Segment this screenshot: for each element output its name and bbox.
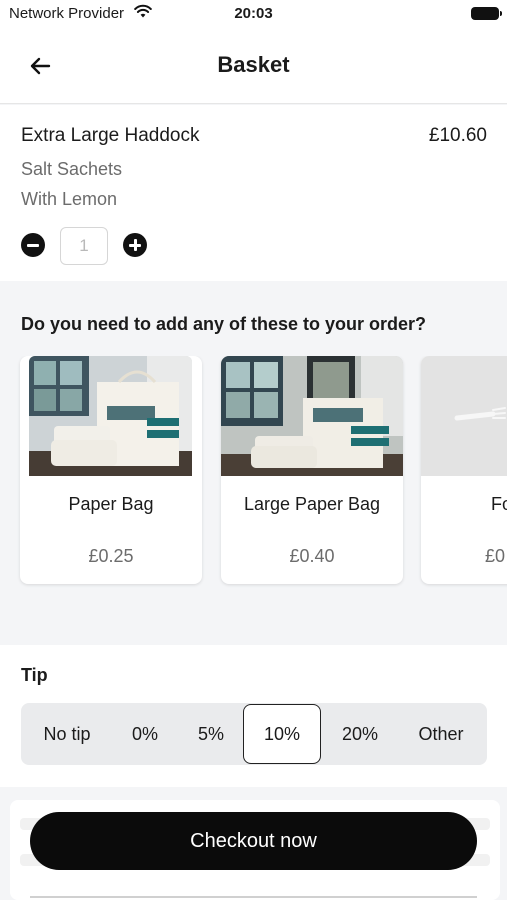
- item-option: With Lemon: [21, 189, 118, 209]
- tip-section: Tip No tip 0% 5% 10% 20% Other: [0, 645, 507, 787]
- upsell-card-paper-bag[interactable]: Paper Bag £0.25: [20, 356, 202, 584]
- upsell-card-fork[interactable]: Fo £0: [421, 356, 507, 584]
- tip-selector: No tip 0% 5% 10% 20% Other: [21, 703, 487, 765]
- upsell-item-price: £0.40: [289, 546, 335, 566]
- upsell-item-name: Large Paper Bag: [243, 494, 381, 514]
- upsell-carousel[interactable]: Paper Bag £0.25 Large Paper Bag £0.40 F …: [0, 356, 507, 588]
- fork-image: [421, 356, 507, 476]
- nav-header: Basket: [0, 28, 507, 104]
- upsell-heading: Do you need to add any of these to your …: [21, 314, 427, 334]
- upsell-item-price: £0: [485, 546, 506, 566]
- item-price: £10.60: [428, 125, 487, 146]
- item-name: Extra Large Haddock: [21, 125, 200, 146]
- tip-title: Tip: [21, 665, 48, 685]
- tip-option-no-tip[interactable]: No tip: [31, 703, 103, 765]
- clock-time: 20:03: [234, 5, 273, 22]
- item-option: Salt Sachets: [21, 159, 123, 179]
- tip-option-other[interactable]: Other: [407, 703, 475, 765]
- battery-icon: [471, 7, 502, 20]
- checkout-button[interactable]: Checkout now: [30, 812, 477, 870]
- quantity-input[interactable]: 1: [60, 227, 108, 265]
- large-paper-bag-image: [221, 356, 403, 476]
- paper-bag-image: [29, 356, 192, 476]
- upsell-card-large-paper-bag[interactable]: Large Paper Bag £0.40: [221, 356, 403, 584]
- basket-item: Extra Large Haddock £10.60 Salt Sachets …: [0, 105, 507, 281]
- page-title: Basket: [217, 52, 290, 77]
- home-indicator: [30, 896, 477, 898]
- plus-circle-icon[interactable]: [123, 233, 147, 257]
- status-bar: Network Provider 20:03: [0, 0, 507, 28]
- upsell-item-name: Fo: [491, 494, 507, 514]
- minus-circle-icon[interactable]: [21, 233, 45, 257]
- tip-option-5[interactable]: 5%: [183, 703, 239, 765]
- upsell-item-price: £0.25: [88, 546, 134, 566]
- upsell-item-name: Paper Bag: [68, 494, 154, 514]
- tip-option-10[interactable]: 10%: [243, 704, 321, 764]
- tip-option-0[interactable]: 0%: [117, 703, 173, 765]
- tip-option-20[interactable]: 20%: [327, 703, 393, 765]
